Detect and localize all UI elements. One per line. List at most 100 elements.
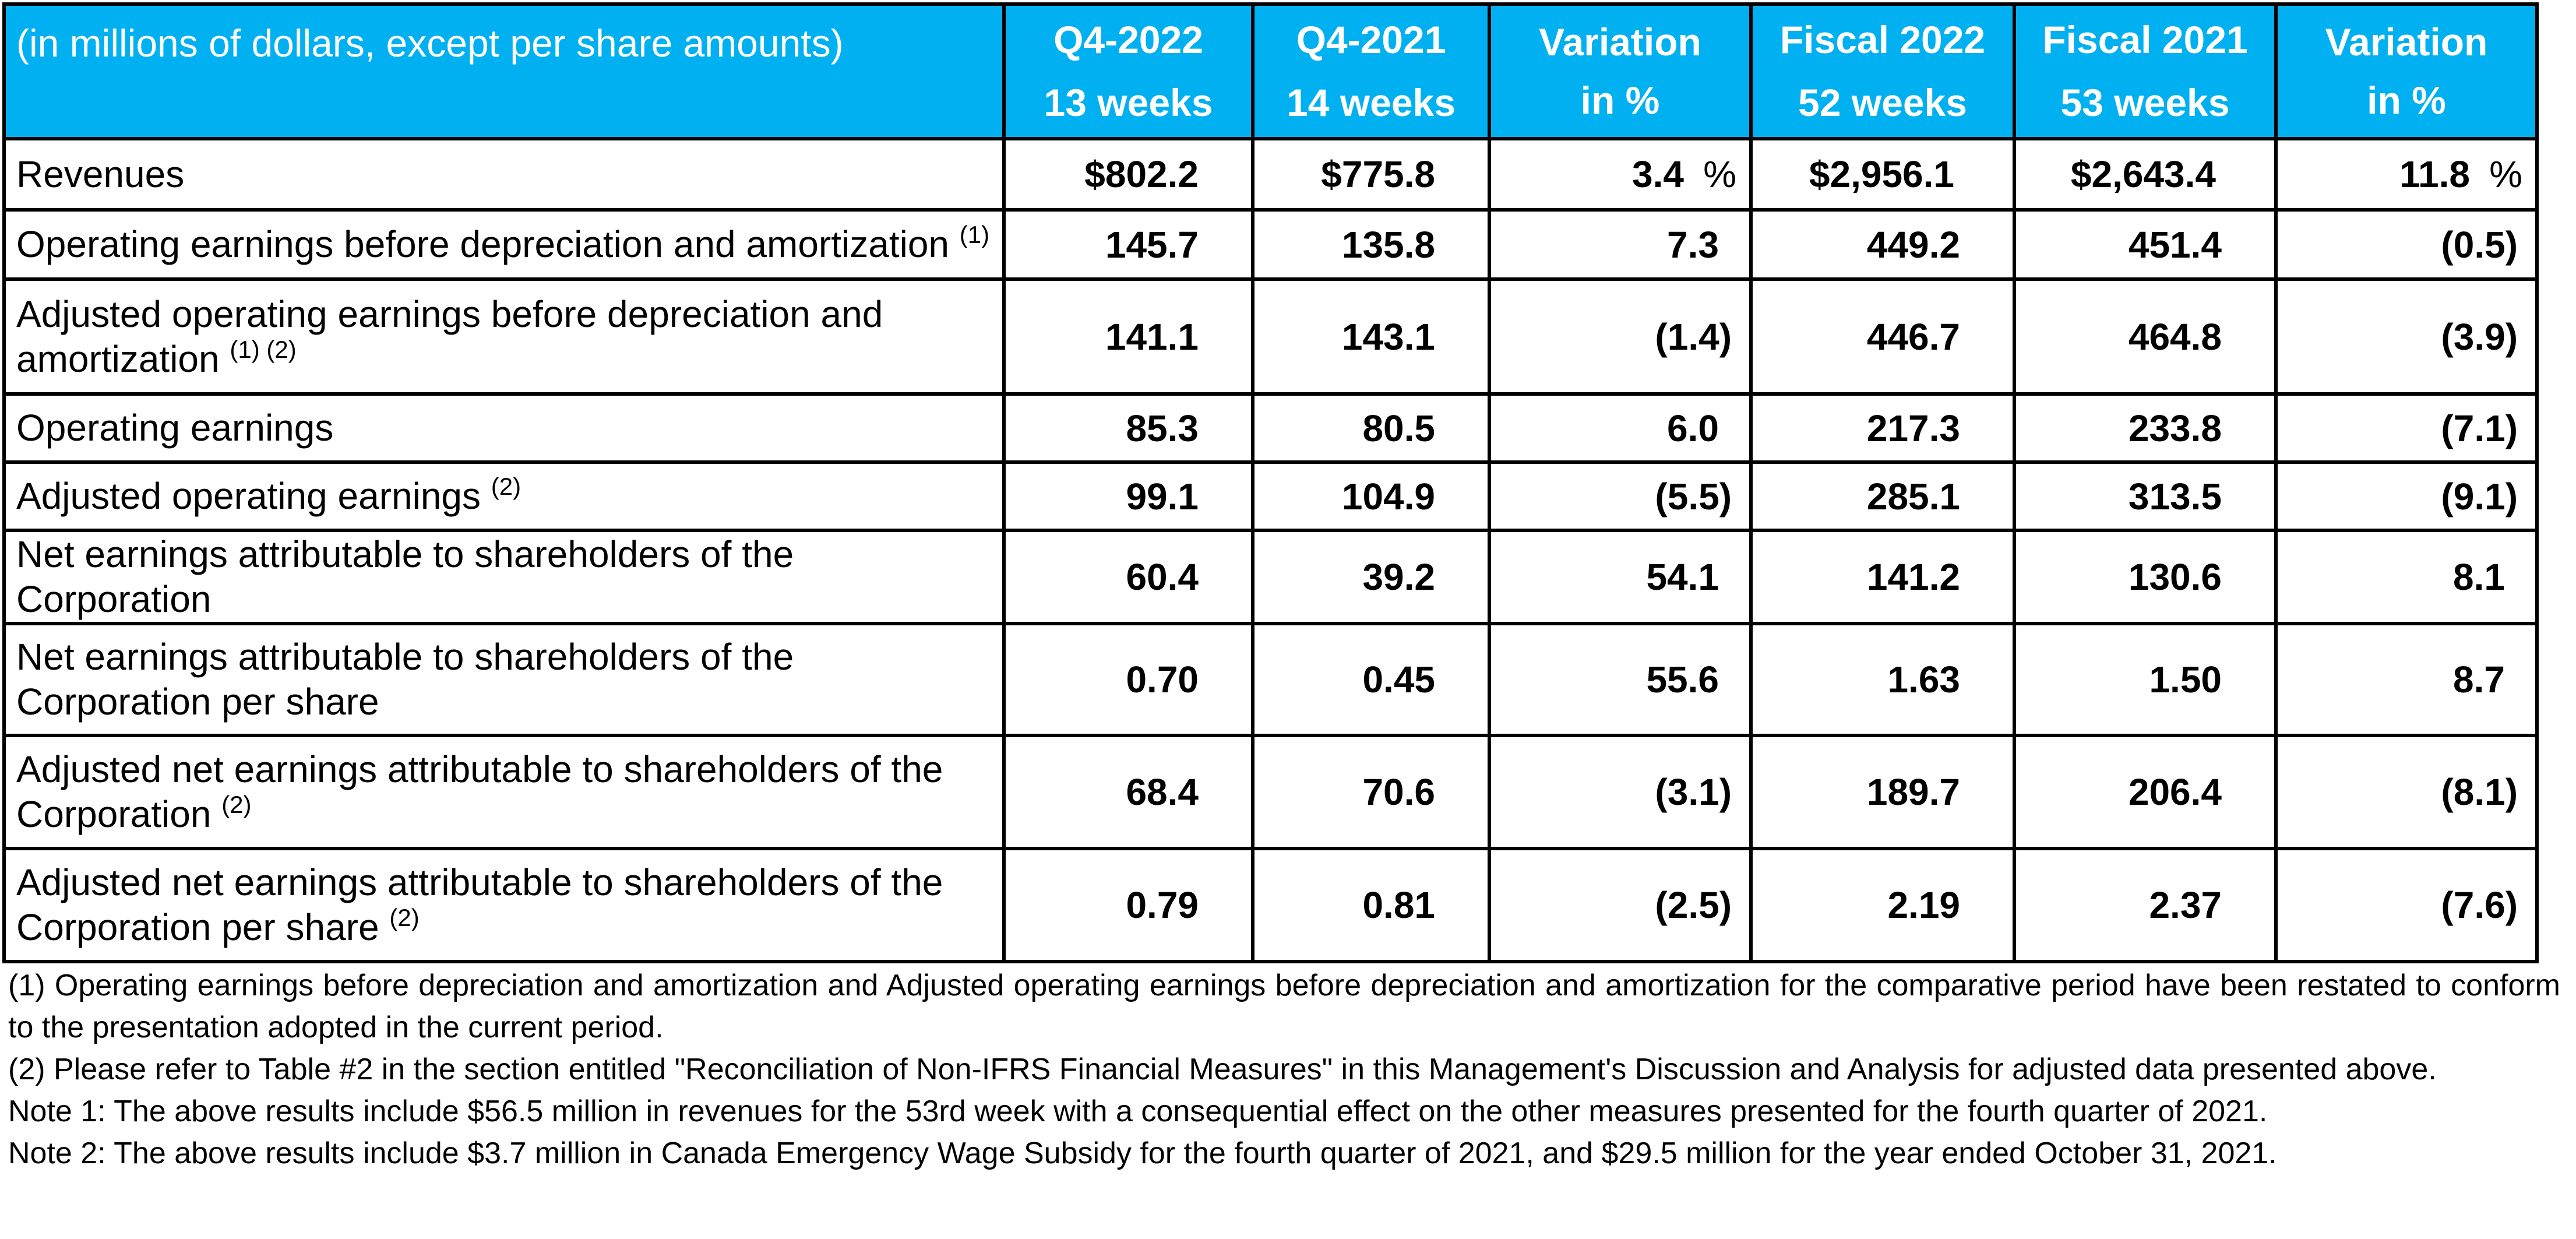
cell-fiscal-variation: 11.8% bbox=[2274, 137, 2539, 212]
cell-q4-2021: $775.8 bbox=[1251, 137, 1491, 212]
col-subtitle: in % bbox=[1580, 78, 1660, 122]
cell-q4-2022: 85.3 bbox=[1002, 392, 1254, 464]
cell-fiscal-variation: (8.1) bbox=[2274, 733, 2539, 850]
table-header-row: (in millions of dollars, except per shar… bbox=[2, 2, 2539, 140]
col-header-fiscal-2022: Fiscal 2022 52 weeks bbox=[1749, 2, 2016, 140]
cell-q4-2021: 135.8 bbox=[1251, 208, 1491, 281]
col-subtitle: 53 weeks bbox=[2060, 80, 2230, 124]
cell-fiscal-variation: (9.1) bbox=[2274, 460, 2539, 532]
row-label-text: Adjusted net earnings attributable to sh… bbox=[16, 748, 943, 835]
col-header-fiscal-variation: Variation in % bbox=[2274, 2, 2539, 140]
col-title: Variation bbox=[1539, 20, 1701, 64]
col-subtitle: in % bbox=[2367, 78, 2446, 122]
col-header-q4-2021: Q4-2021 14 weeks bbox=[1251, 2, 1491, 140]
cell-fiscal-2021: 313.5 bbox=[2013, 460, 2278, 532]
cell-quarter-variation: 55.6 bbox=[1488, 621, 1753, 737]
cell-value: 3.4 bbox=[1632, 153, 1684, 195]
cell-fiscal-2022: 189.7 bbox=[1749, 733, 2016, 850]
table-row-revenues: Revenues $802.2 $775.8 3.4% $2,956.1 $2,… bbox=[2, 137, 2539, 212]
cell-value: 11.8 bbox=[2399, 153, 2470, 195]
col-subtitle: 52 weeks bbox=[1798, 80, 1967, 124]
cell-quarter-variation: 6.0 bbox=[1488, 392, 1753, 464]
cell-q4-2021: 80.5 bbox=[1251, 392, 1491, 464]
cell-fiscal-2022: 141.2 bbox=[1749, 529, 2016, 625]
row-label-text: Adjusted operating earnings bbox=[16, 475, 481, 518]
cell-q4-2021: 143.1 bbox=[1251, 277, 1491, 396]
cell-fiscal-2022: 2.19 bbox=[1749, 846, 2016, 963]
cell-fiscal-2021: 2.37 bbox=[2013, 846, 2278, 963]
cell-quarter-variation: 3.4% bbox=[1488, 137, 1753, 212]
cell-fiscal-2021: $2,643.4 bbox=[2013, 137, 2278, 212]
footnote-2: (2) Please refer to Table #2 in the sect… bbox=[8, 1053, 2437, 1086]
row-label: Revenues bbox=[2, 137, 1006, 212]
row-label: Net earnings attributable to shareholder… bbox=[2, 529, 1006, 625]
row-label: Adjusted net earnings attributable to sh… bbox=[2, 733, 1006, 850]
col-header-q4-2022: Q4-2022 13 weeks bbox=[1002, 2, 1254, 140]
row-label-text: Net earnings attributable to shareholder… bbox=[16, 533, 794, 620]
cell-fiscal-2022: $2,956.1 bbox=[1749, 137, 2016, 212]
cell-quarter-variation: (1.4) bbox=[1488, 277, 1753, 396]
row-label-text: Operating earnings before depreciation a… bbox=[16, 223, 949, 266]
financial-results-table: (in millions of dollars, except per shar… bbox=[2, 2, 2539, 963]
col-subtitle: 14 weeks bbox=[1287, 80, 1456, 124]
cell-fiscal-2021: 233.8 bbox=[2013, 392, 2278, 464]
cell-q4-2022: 0.70 bbox=[1002, 621, 1254, 737]
table-row: Adjusted net earnings attributable to sh… bbox=[2, 846, 2539, 963]
percent-sign: % bbox=[2489, 153, 2522, 195]
cell-fiscal-2022: 217.3 bbox=[1749, 392, 2016, 464]
row-label-text: Adjusted operating earnings before depre… bbox=[16, 293, 883, 380]
table-row: Operating earnings before depreciation a… bbox=[2, 208, 2539, 281]
cell-q4-2022: 99.1 bbox=[1002, 460, 1254, 532]
cell-quarter-variation: (2.5) bbox=[1488, 846, 1753, 963]
table-row: Net earnings attributable to shareholder… bbox=[2, 621, 2539, 737]
footnote-ref: (1) (2) bbox=[230, 335, 297, 363]
row-label: Adjusted operating earnings (2) bbox=[2, 460, 1006, 532]
cell-fiscal-2021: 451.4 bbox=[2013, 208, 2278, 281]
row-label: Operating earnings bbox=[2, 392, 1006, 464]
cell-quarter-variation: (3.1) bbox=[1488, 733, 1753, 850]
cell-fiscal-variation: 8.1 bbox=[2274, 529, 2539, 625]
cell-fiscal-2021: 464.8 bbox=[2013, 277, 2278, 396]
cell-q4-2022: 60.4 bbox=[1002, 529, 1254, 625]
footnote-1: (1) Operating earnings before depreciati… bbox=[8, 969, 2560, 1044]
cell-q4-2021: 39.2 bbox=[1251, 529, 1491, 625]
cell-fiscal-2022: 449.2 bbox=[1749, 208, 2016, 281]
cell-fiscal-2021: 1.50 bbox=[2013, 621, 2278, 737]
cell-quarter-variation: (5.5) bbox=[1488, 460, 1753, 532]
table-row: Adjusted net earnings attributable to sh… bbox=[2, 733, 2539, 850]
footnote-ref: (2) bbox=[491, 473, 521, 501]
percent-sign: % bbox=[1703, 153, 1736, 195]
table-row: Adjusted operating earnings before depre… bbox=[2, 277, 2539, 396]
cell-q4-2021: 104.9 bbox=[1251, 460, 1491, 532]
col-header-fiscal-2021: Fiscal 2021 53 weeks bbox=[2013, 2, 2278, 140]
col-title: Fiscal 2021 bbox=[2042, 18, 2248, 62]
note-1: Note 1: The above results include $56.5 … bbox=[8, 1094, 2268, 1128]
cell-fiscal-variation: (7.6) bbox=[2274, 846, 2539, 963]
cell-q4-2022: 0.79 bbox=[1002, 846, 1254, 963]
row-label: Net earnings attributable to shareholder… bbox=[2, 621, 1006, 737]
cell-fiscal-2022: 446.7 bbox=[1749, 277, 2016, 396]
cell-fiscal-variation: (7.1) bbox=[2274, 392, 2539, 464]
footnotes: (1) Operating earnings before depreciati… bbox=[8, 965, 2560, 1174]
cell-quarter-variation: 54.1 bbox=[1488, 529, 1753, 625]
cell-fiscal-variation: 8.7 bbox=[2274, 621, 2539, 737]
cell-q4-2021: 0.81 bbox=[1251, 846, 1491, 963]
unit-note: (in millions of dollars, except per shar… bbox=[2, 2, 1006, 140]
footnote-ref: (1) bbox=[959, 221, 990, 249]
cell-fiscal-2021: 206.4 bbox=[2013, 733, 2278, 850]
col-header-quarter-variation: Variation in % bbox=[1488, 2, 1753, 140]
cell-fiscal-2022: 1.63 bbox=[1749, 621, 2016, 737]
cell-fiscal-2022: 285.1 bbox=[1749, 460, 2016, 532]
row-label-text: Net earnings attributable to shareholder… bbox=[16, 635, 794, 723]
col-title: Fiscal 2022 bbox=[1779, 18, 1986, 62]
col-title: Q4-2021 bbox=[1296, 18, 1446, 62]
cell-fiscal-variation: (0.5) bbox=[2274, 208, 2539, 281]
row-label: Adjusted net earnings attributable to sh… bbox=[2, 846, 1006, 963]
cell-fiscal-variation: (3.9) bbox=[2274, 277, 2539, 396]
col-title: Q4-2022 bbox=[1053, 18, 1203, 62]
cell-q4-2022: 145.7 bbox=[1002, 208, 1254, 281]
table-row: Operating earnings 85.3 80.5 6.0 217.3 2… bbox=[2, 392, 2539, 464]
cell-q4-2021: 70.6 bbox=[1251, 733, 1491, 850]
row-label-text: Adjusted net earnings attributable to sh… bbox=[16, 861, 943, 948]
cell-q4-2022: $802.2 bbox=[1002, 137, 1254, 212]
